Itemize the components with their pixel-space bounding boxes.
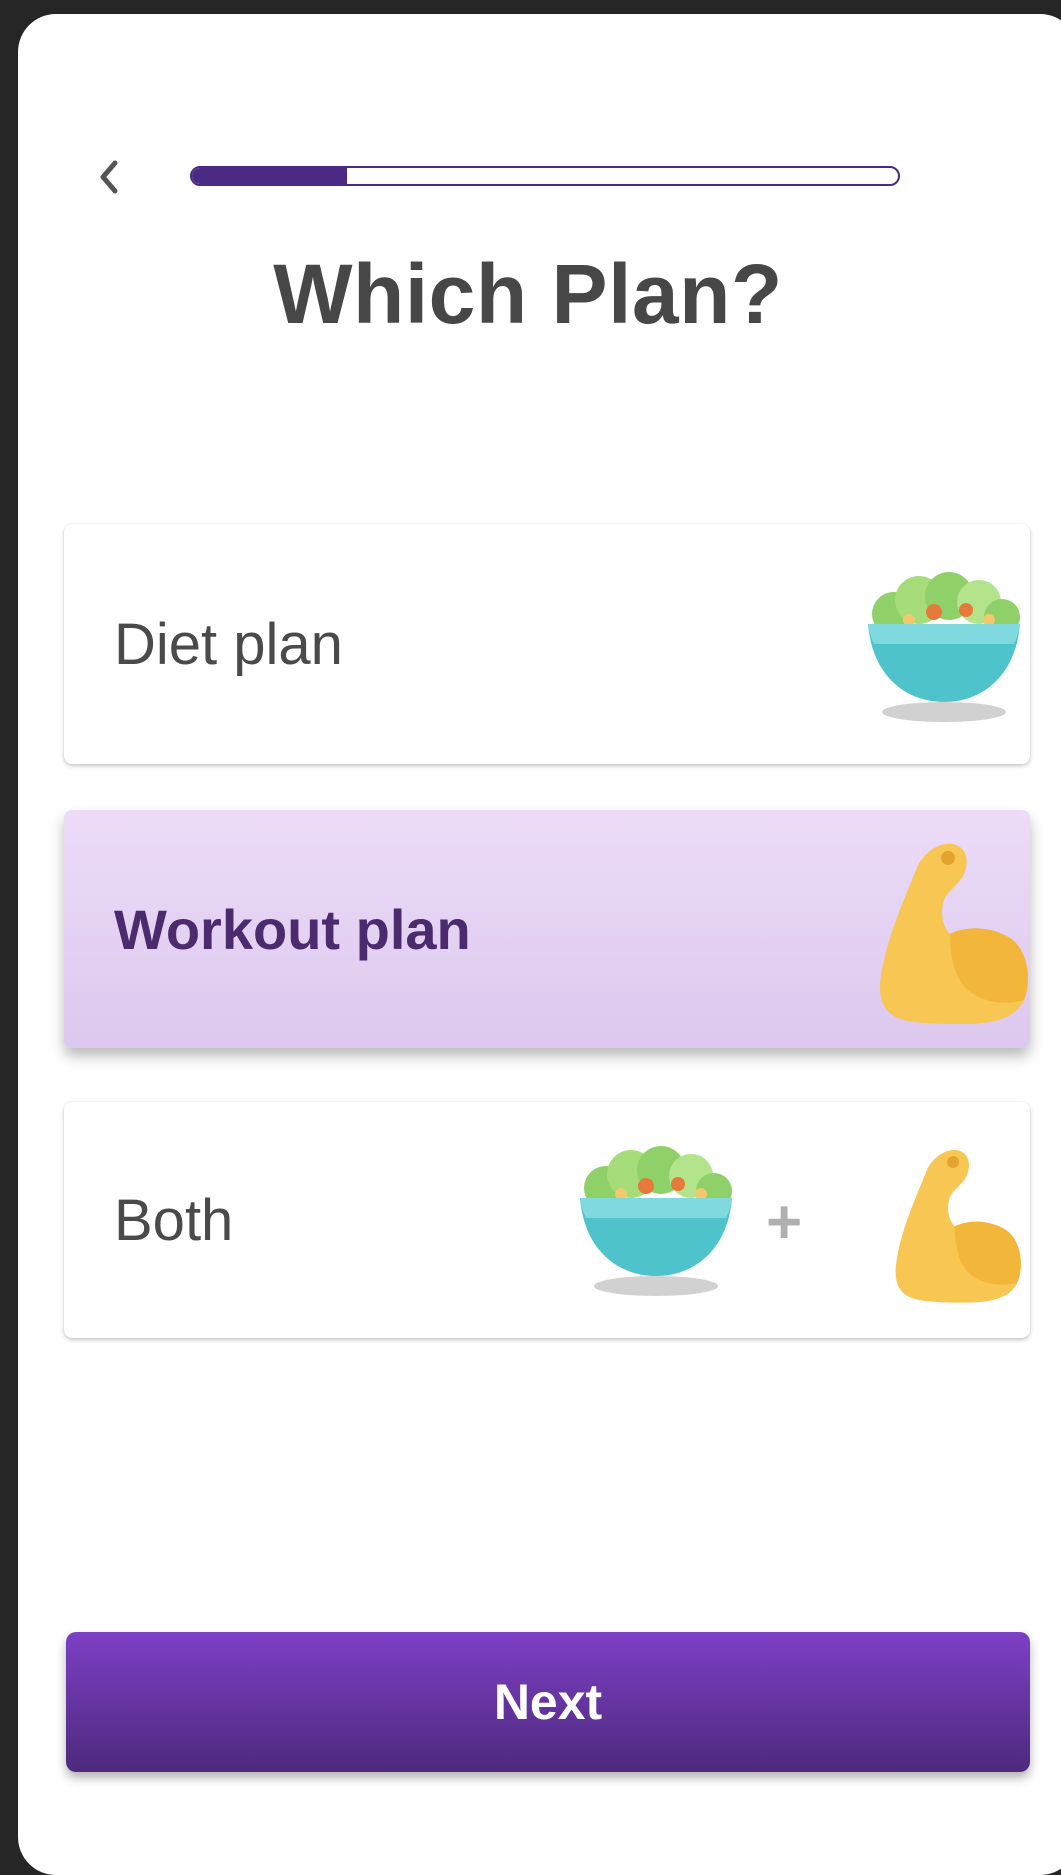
flexed-biceps-icon bbox=[880, 843, 1028, 1024]
plus-icon: + bbox=[766, 1188, 803, 1257]
option-diet-plan[interactable]: Diet plan bbox=[64, 524, 1030, 764]
progress-bar bbox=[190, 166, 900, 186]
option-both[interactable]: Both + bbox=[64, 1102, 1030, 1338]
option-label: Diet plan bbox=[114, 611, 343, 677]
page-title: Which Plan? bbox=[273, 247, 783, 341]
back-button[interactable] bbox=[90, 154, 126, 200]
salad-bowl-icon bbox=[868, 572, 1020, 722]
salad-bowl-icon bbox=[580, 1146, 732, 1296]
option-workout-plan[interactable]: Workout plan bbox=[64, 810, 1030, 1048]
option-label: Both bbox=[114, 1187, 234, 1253]
option-label: Workout plan bbox=[114, 897, 471, 961]
next-button[interactable]: Next bbox=[66, 1632, 1030, 1772]
progress-fill bbox=[192, 168, 348, 184]
next-button-label: Next bbox=[493, 1674, 603, 1730]
chevron-left-icon bbox=[100, 160, 118, 194]
app-screen: Which Plan? Diet plan Workout plan Both … bbox=[18, 14, 1061, 1875]
flexed-biceps-icon bbox=[895, 1149, 1021, 1303]
